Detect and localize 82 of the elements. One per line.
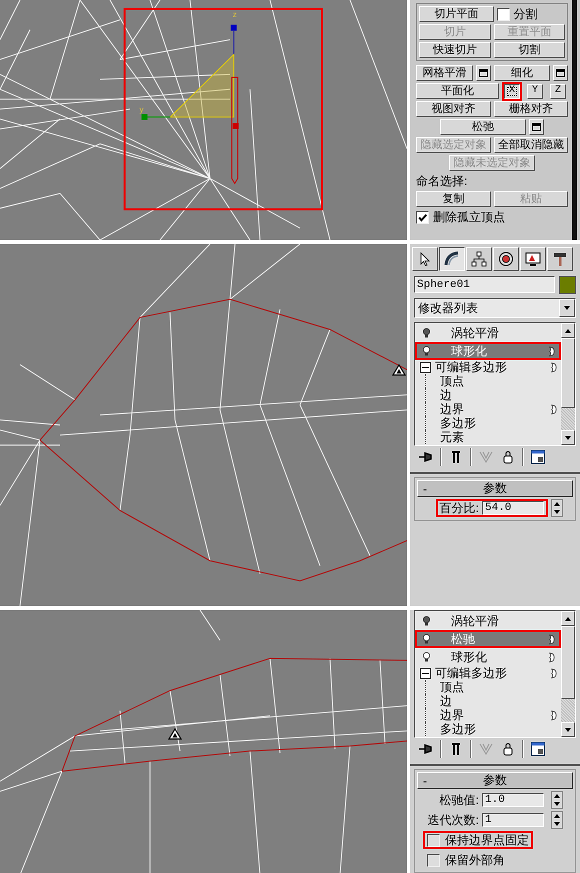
light-bulb-icon[interactable] xyxy=(422,615,431,627)
panel-button[interactable]: 松弛 xyxy=(440,119,526,135)
rollout-title[interactable]: 参数 xyxy=(432,772,572,789)
checkbox[interactable] xyxy=(496,8,510,20)
scrollbar[interactable] xyxy=(572,0,577,240)
stack-item[interactable]: 涡轮平滑 xyxy=(417,326,559,340)
settings-button[interactable] xyxy=(476,65,490,81)
rollout-title[interactable]: 参数 xyxy=(432,480,572,497)
monitor-icon xyxy=(525,251,541,267)
expand-toggle[interactable] xyxy=(420,362,431,372)
axis-label: y xyxy=(140,105,144,114)
sub-object-item[interactable]: 边 xyxy=(415,388,561,402)
sub-object-item[interactable]: 元素 xyxy=(415,430,561,444)
checkbox[interactable] xyxy=(427,834,440,846)
collapse-button[interactable]: - xyxy=(418,774,432,788)
object-name-field[interactable]: Sphere01 xyxy=(414,276,555,293)
section-label: 命名选择: xyxy=(416,174,468,188)
checkbox[interactable] xyxy=(427,854,440,866)
panel-button[interactable]: 切割 xyxy=(494,42,565,58)
checkmark-icon xyxy=(417,212,428,222)
panel-button[interactable]: 视图对齐 xyxy=(416,101,490,117)
sub-object-item[interactable]: 边界 xyxy=(415,708,561,722)
configure-icon[interactable] xyxy=(530,449,546,465)
light-bulb-icon[interactable] xyxy=(422,327,431,339)
sub-object-item[interactable]: 多边形 xyxy=(415,416,561,430)
checkbox-label: 保留外部角 xyxy=(445,853,505,867)
field-label: 百分比: xyxy=(440,501,479,515)
sub-object-item[interactable]: 顶点 xyxy=(415,680,561,694)
panel-button[interactable]: 平面化 xyxy=(416,83,499,99)
object-color-swatch[interactable] xyxy=(559,276,576,294)
number-field[interactable]: 1 xyxy=(482,813,544,827)
settings-button[interactable] xyxy=(553,65,568,81)
light-bulb-icon[interactable] xyxy=(422,651,431,663)
checkbox[interactable] xyxy=(416,210,429,224)
transform-gizmo[interactable] xyxy=(142,24,239,184)
scrollbar[interactable] xyxy=(561,323,575,445)
stack-item[interactable]: 涡轮平滑 xyxy=(417,614,559,628)
settings-button[interactable] xyxy=(529,119,544,135)
panel-button[interactable]: 栅格对齐 xyxy=(494,101,568,117)
pin-icon[interactable] xyxy=(418,741,434,757)
field-label: 迭代次数: xyxy=(428,813,479,827)
light-bulb-icon[interactable] xyxy=(422,345,431,357)
number-field[interactable]: 1.0 xyxy=(482,793,544,807)
panel-button[interactable]: 复制 xyxy=(416,191,490,207)
stack-item[interactable]: 球形化 xyxy=(417,344,559,358)
checkbox-label: 保持边界点固定 xyxy=(445,833,529,847)
stack-item[interactable]: 松驰 xyxy=(417,632,559,646)
axis-label: z xyxy=(232,10,237,19)
axis-button[interactable]: Y xyxy=(527,84,543,98)
command-tab[interactable] xyxy=(439,247,465,271)
curve-icon xyxy=(444,251,460,267)
sub-object-item[interactable]: 顶点 xyxy=(415,374,561,388)
sub-object-item[interactable]: 边 xyxy=(415,694,561,708)
pin-icon[interactable] xyxy=(418,449,434,465)
panel-button[interactable]: 网格平滑 xyxy=(416,65,472,81)
wireframe-drawing[interactable] xyxy=(0,0,407,240)
light-bulb-icon[interactable] xyxy=(422,633,431,645)
number-field[interactable]: 54.0 xyxy=(482,501,544,515)
panel-button[interactable]: 细化 xyxy=(494,65,550,81)
stack-item[interactable]: 可编辑多边形 xyxy=(415,360,561,374)
stack-item[interactable]: 可编辑多边形 xyxy=(415,666,561,680)
scrollbar[interactable] xyxy=(561,611,575,737)
hammer-icon xyxy=(552,251,568,267)
checkbox-label: 删除孤立顶点 xyxy=(433,210,505,224)
axis-button[interactable]: Z xyxy=(550,84,566,98)
spinner-control[interactable] xyxy=(551,499,563,517)
wheel-icon xyxy=(498,251,514,267)
stack-item[interactable]: 球形化 xyxy=(417,650,559,664)
spinner-control[interactable] xyxy=(551,811,563,829)
panel-button[interactable]: 全部取消隐藏 xyxy=(494,137,568,153)
modifier-list-dropdown[interactable]: 修改器列表 xyxy=(414,298,576,318)
configure-icon[interactable] xyxy=(530,741,546,757)
spinner-control[interactable] xyxy=(551,791,563,809)
sub-object-item[interactable]: 多边形 xyxy=(415,722,561,736)
checkbox-label: 分割 xyxy=(514,7,538,21)
hierarchy-icon xyxy=(471,251,487,267)
field-label: 松驰值: xyxy=(440,793,479,807)
collapse-button[interactable]: - xyxy=(418,482,432,496)
panel-button[interactable]: 快速切片 xyxy=(419,42,490,58)
sub-object-item[interactable]: 边界 xyxy=(415,402,561,416)
expand-toggle[interactable] xyxy=(420,668,431,678)
panel-button[interactable]: 切片平面 xyxy=(419,6,494,22)
